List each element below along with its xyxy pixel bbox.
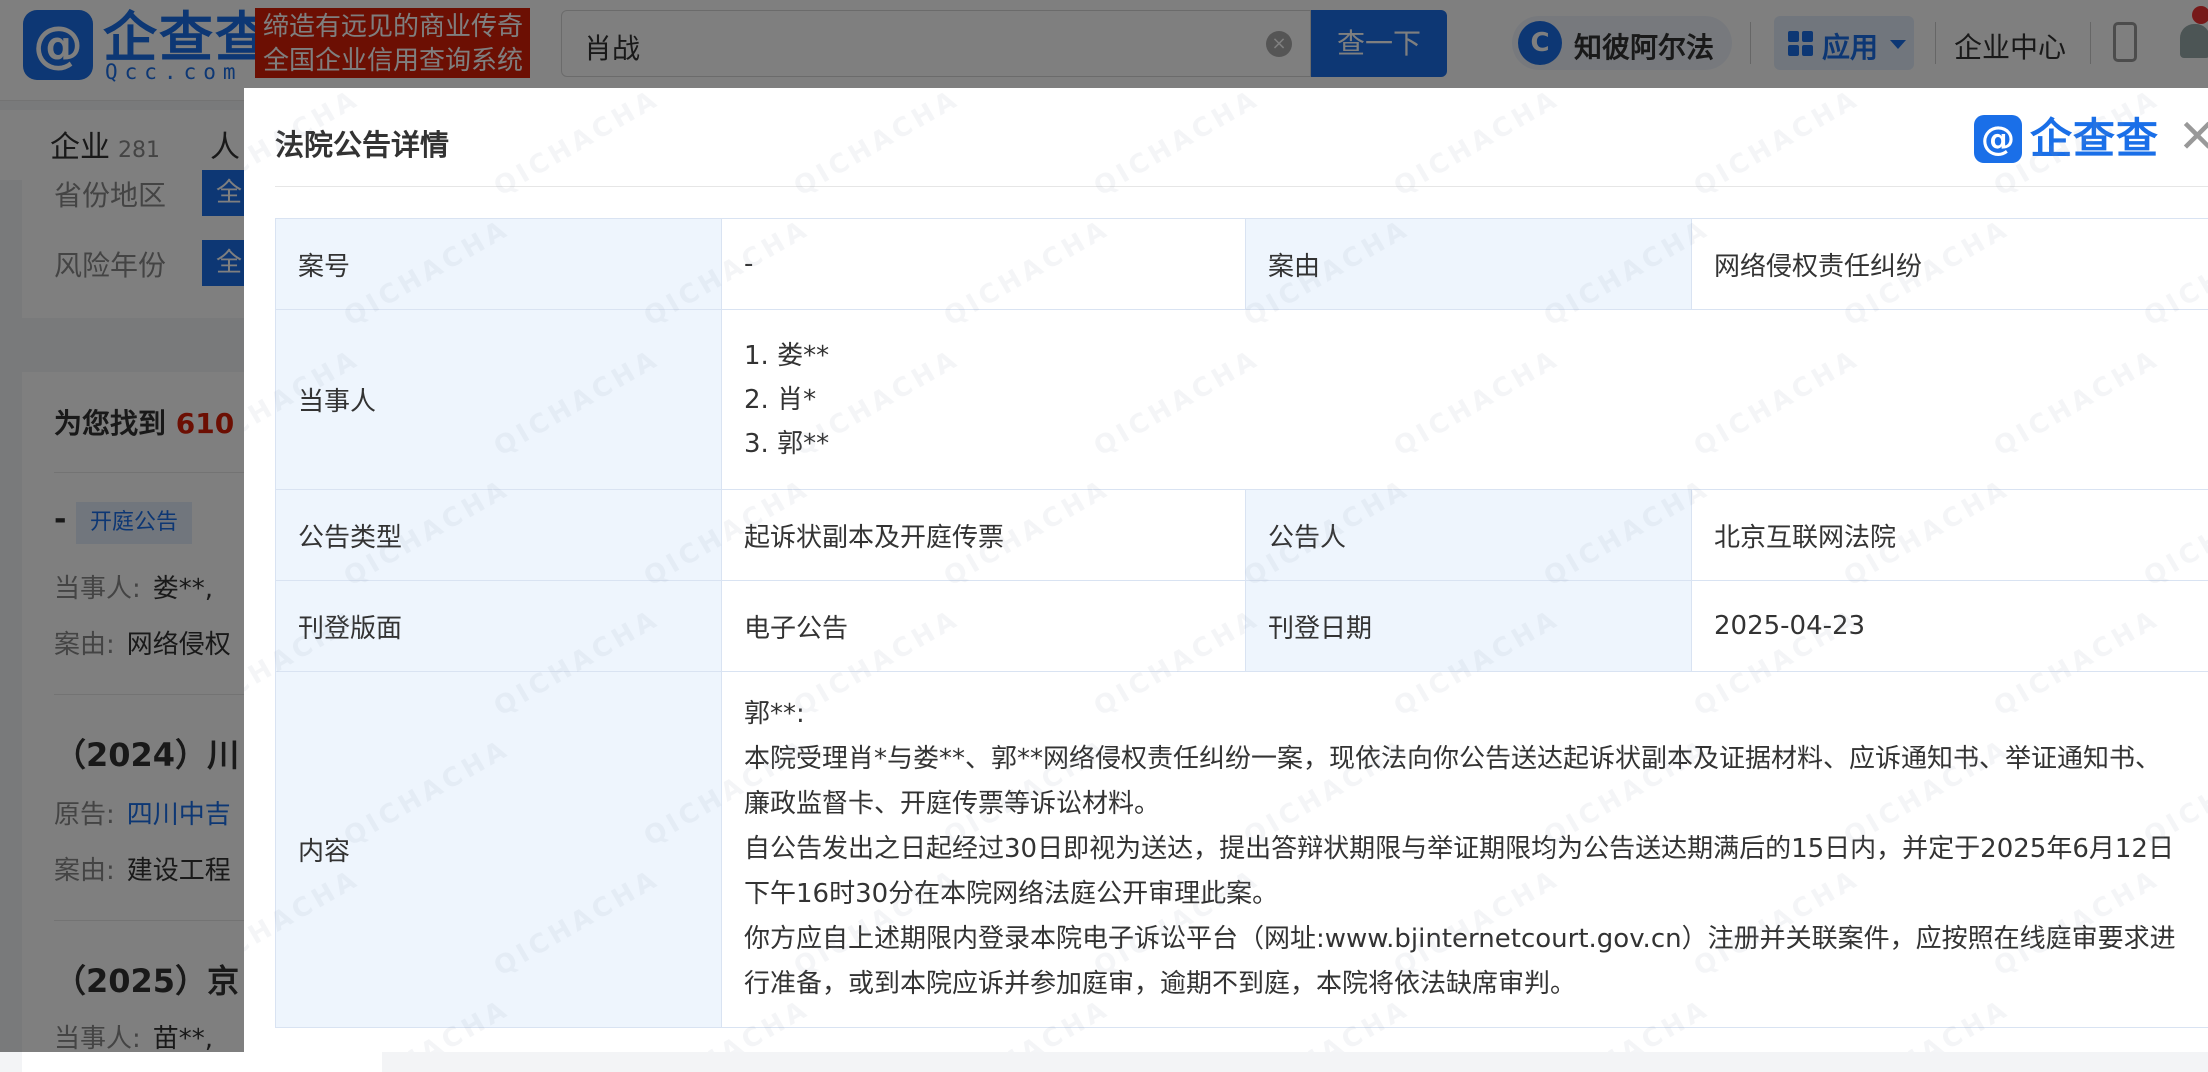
case-no-label: 案号	[276, 219, 722, 310]
parties-label: 当事人	[276, 310, 722, 490]
content-paragraph: 你方应自上述期限内登录本院电子诉讼平台（网址:www.bjinternetcou…	[744, 917, 2176, 1007]
case-no-value: -	[722, 219, 1246, 310]
modal-logo: @ 企查查	[1974, 115, 2174, 167]
content-paragraph: 本院受理肖*与娄**、郭**网络侵权责任纠纷一案，现依法向你公告送达起诉状副本及…	[744, 737, 2176, 827]
publish-date-label: 刊登日期	[1246, 581, 1692, 672]
layout-value: 电子公告	[722, 581, 1246, 672]
layout-label: 刊登版面	[276, 581, 722, 672]
announcer-value: 北京互联网法院	[1692, 490, 2208, 581]
notice-type-label: 公告类型	[276, 490, 722, 581]
modal-title: 法院公告详情	[275, 122, 449, 164]
table-row: 当事人 1. 娄** 2. 肖* 3. 郭**	[276, 310, 2208, 490]
notice-detail-table: 案号 - 案由 网络侵权责任纠纷 当事人 1. 娄** 2. 肖* 3. 郭**…	[275, 218, 2208, 1028]
publish-date-value: 2025-04-23	[1692, 581, 2208, 672]
notice-type-value: 起诉状副本及开庭传票	[722, 490, 1246, 581]
announcer-label: 公告人	[1246, 490, 1692, 581]
court-notice-modal: 法院公告详情 @ 企查查 ✕ 案号 - 案由 网络侵权责任纠纷 当事人 1. 娄…	[244, 88, 2208, 1052]
content-paragraph: 郭**:	[744, 692, 2176, 737]
divider	[275, 186, 2208, 187]
parties-list: 1. 娄** 2. 肖* 3. 郭**	[722, 310, 2208, 490]
cause-value: 网络侵权责任纠纷	[1692, 219, 2208, 310]
close-icon[interactable]: ✕	[2178, 110, 2208, 162]
party-item: 2. 肖*	[744, 378, 2208, 422]
table-row: 公告类型 起诉状副本及开庭传票 公告人 北京互联网法院	[276, 490, 2208, 581]
content-paragraph: 自公告发出之日起经过30日即视为送达，提出答辩状期限与举证期限均为公告送达期满后…	[744, 827, 2176, 917]
table-row: 案号 - 案由 网络侵权责任纠纷	[276, 219, 2208, 310]
party-item: 1. 娄**	[744, 334, 2208, 378]
table-row: 刊登版面 电子公告 刊登日期 2025-04-23	[276, 581, 2208, 672]
logo-mark-icon: @	[1974, 115, 2022, 163]
content-label: 内容	[276, 672, 722, 1028]
party-item: 3. 郭**	[744, 422, 2208, 466]
notice-content: 郭**: 本院受理肖*与娄**、郭**网络侵权责任纠纷一案，现依法向你公告送达起…	[722, 672, 2208, 1028]
cause-label: 案由	[1246, 219, 1692, 310]
modal-logo-name: 企查查	[2030, 111, 2159, 167]
table-row: 内容 郭**: 本院受理肖*与娄**、郭**网络侵权责任纠纷一案，现依法向你公告…	[276, 672, 2208, 1028]
